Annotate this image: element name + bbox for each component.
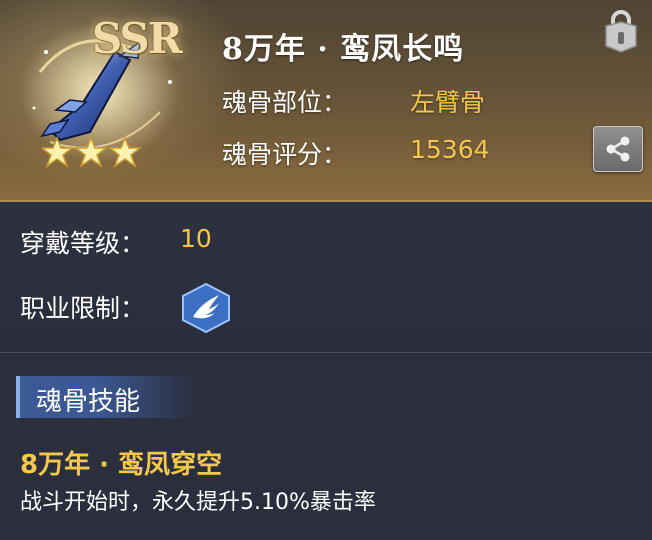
wing-class-icon[interactable] <box>181 283 231 333</box>
lock-icon[interactable] <box>601 10 641 54</box>
star-icon <box>73 136 109 168</box>
item-name: 8万年 · 鸾凤长鸣 <box>222 32 465 67</box>
item-header: SSR 8万年 · 鸾凤长鸣 魂骨部位： 左臂骨 魂骨评分： 15364 <box>0 0 652 202</box>
rarity-badge: SSR <box>92 14 183 63</box>
class-label: 职业限制： <box>20 294 146 323</box>
share-icon <box>606 136 630 162</box>
share-button[interactable] <box>593 126 643 172</box>
star-icon <box>107 136 142 168</box>
level-label: 穿戴等级： <box>20 229 146 258</box>
skill-section-title: 魂骨技能 <box>36 387 141 417</box>
level-value: 10 <box>180 224 212 253</box>
star-icon <box>42 136 75 168</box>
score-row: 魂骨评分： 15364 <box>222 135 490 171</box>
slot-label: 魂骨部位： <box>222 88 348 117</box>
skill-description: 战斗开始时，永久提升5.10%暴击率 <box>20 490 376 515</box>
slot-row: 魂骨部位： 左臂骨 <box>222 83 485 119</box>
score-value: 15364 <box>410 135 490 164</box>
slot-value: 左臂骨 <box>410 88 486 117</box>
star-rating <box>42 136 142 168</box>
skill-name: 8万年 · 鸾凤穿空 <box>20 450 223 480</box>
score-label: 魂骨评分： <box>222 140 348 169</box>
